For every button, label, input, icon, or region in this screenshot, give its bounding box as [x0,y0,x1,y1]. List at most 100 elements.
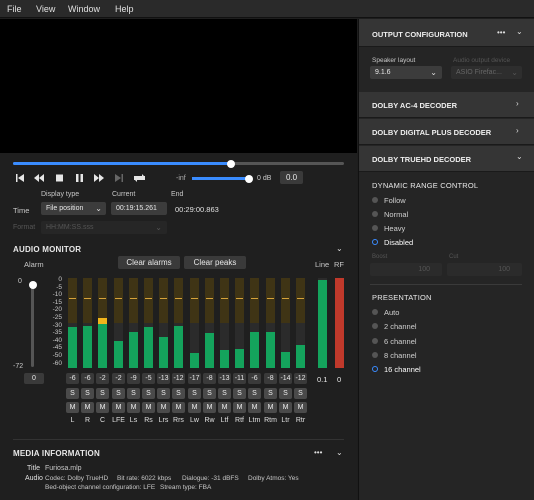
mute-button[interactable]: M [127,402,140,413]
more-options-icon[interactable]: ••• [314,448,322,457]
solo-button[interactable]: S [66,388,79,399]
skip-end-icon[interactable] [115,174,123,182]
pause-icon[interactable] [76,174,83,182]
meter-level-fill [281,352,290,368]
solo-button[interactable]: S [248,388,261,399]
presentation-radio[interactable] [372,366,378,373]
solo-button[interactable]: S [157,388,170,399]
mute-button[interactable]: M [142,402,155,413]
media-title-label: Title [27,465,40,472]
mute-button[interactable]: M [218,402,231,413]
media-codec: Codec: Dolby TrueHD [45,475,109,482]
meter-peak-marker [236,298,243,299]
solo-button[interactable]: S [188,388,201,399]
mute-button[interactable]: M [294,402,307,413]
channel-meter-Rw [205,278,214,368]
loop-icon[interactable] [134,174,145,182]
mute-button[interactable]: M [233,402,246,413]
presentation-option-label[interactable]: 16 channel [384,365,421,374]
mute-button[interactable]: M [264,402,277,413]
solo-button[interactable]: S [264,388,277,399]
more-options-icon[interactable]: ••• [497,28,505,37]
presentation-radio[interactable] [372,337,378,344]
output-config-header[interactable]: OUTPUT CONFIGURATION ••• ⌄ [359,19,534,47]
display-type-select[interactable]: File position ⌄ [41,202,106,215]
ac4-decoder-header[interactable]: DOLBY AC-4 DECODER › [359,92,534,118]
line-meter-fill [318,280,327,368]
alarm-slider-track[interactable] [31,285,34,367]
volume-slider[interactable] [192,174,253,183]
solo-button[interactable]: S [203,388,216,399]
menu-view[interactable]: View [36,4,55,14]
chevron-down-icon[interactable]: ⌄ [336,448,343,457]
drc-option-label[interactable]: Disabled [384,238,413,247]
menu-help[interactable]: Help [115,4,134,14]
volume-db-input[interactable]: 0.0 [280,171,303,184]
playback-progress-bar[interactable] [13,159,344,168]
volume-handle[interactable] [245,174,253,183]
mute-button[interactable]: M [248,402,261,413]
solo-button[interactable]: S [233,388,246,399]
presentation-option-label[interactable]: 8 channel [384,351,417,360]
stop-icon[interactable] [56,174,63,182]
chevron-down-icon[interactable]: ⌄ [336,244,343,253]
skip-start-icon[interactable] [16,174,24,182]
solo-button[interactable]: S [112,388,125,399]
meter-peak-marker [206,298,213,299]
audio-output-value: ASIO Firefac... [456,69,502,76]
truehd-decoder-header[interactable]: DOLBY TRUEHD DECODER ⌄ [359,146,534,172]
mute-button[interactable]: M [66,402,79,413]
presentation-option-label[interactable]: 6 channel [384,337,417,346]
channel-peak-value: -2 [96,373,109,384]
ddp-decoder-header[interactable]: DOLBY DIGITAL PLUS DECODER › [359,119,534,145]
mute-button[interactable]: M [188,402,201,413]
meter-peak-marker [251,298,258,299]
presentation-radio[interactable] [372,323,378,330]
solo-button[interactable]: S [127,388,140,399]
solo-button[interactable]: S [294,388,307,399]
meter-level-fill [68,327,77,368]
drc-radio[interactable] [372,211,378,217]
drc-radio[interactable] [372,197,378,203]
mute-button[interactable]: M [81,402,94,413]
drc-option-label[interactable]: Follow [384,196,406,205]
mute-button[interactable]: M [203,402,216,413]
presentation-radio[interactable] [372,309,378,315]
mute-button[interactable]: M [96,402,109,413]
clear-alarms-button[interactable]: Clear alarms [118,256,180,269]
current-time-field[interactable]: 00:19:15.261 [111,202,167,215]
rewind-icon[interactable] [34,174,44,182]
drc-radio[interactable] [372,239,378,245]
mute-button[interactable]: M [172,402,185,413]
media-atmos: Dolby Atmos: Yes [248,475,299,482]
mute-button[interactable]: M [112,402,125,413]
presentation-option-label[interactable]: Auto [384,308,399,317]
drc-option-label[interactable]: Normal [384,210,408,219]
output-config-title: OUTPUT CONFIGURATION [372,30,468,39]
mute-button[interactable]: M [279,402,292,413]
channel-label: Rs [144,417,153,424]
chevron-down-icon: ⌄ [430,68,437,77]
alarm-slider-handle[interactable] [29,281,37,289]
clear-peaks-button[interactable]: Clear peaks [184,256,246,269]
fast-forward-icon[interactable] [94,174,104,182]
display-type-value: File position [46,205,84,212]
presentation-radio[interactable] [372,351,378,358]
solo-button[interactable]: S [81,388,94,399]
solo-button[interactable]: S [172,388,185,399]
solo-button[interactable]: S [96,388,109,399]
playback-progress-handle[interactable] [227,159,236,168]
menu-window[interactable]: Window [68,4,100,14]
drc-option-label[interactable]: Heavy [384,224,405,233]
solo-button[interactable]: S [142,388,155,399]
solo-button[interactable]: S [279,388,292,399]
presentation-option-label[interactable]: 2 channel [384,322,417,331]
channel-peak-value: -9 [127,373,140,384]
solo-button[interactable]: S [218,388,231,399]
drc-radio[interactable] [372,225,378,231]
mute-button[interactable]: M [157,402,170,413]
menu-file[interactable]: File [7,4,22,14]
alarm-value-field[interactable]: 0 [24,373,44,384]
speaker-layout-select[interactable]: 9.1.6 ⌄ [370,66,442,79]
chevron-down-icon[interactable]: ⌄ [516,27,523,36]
